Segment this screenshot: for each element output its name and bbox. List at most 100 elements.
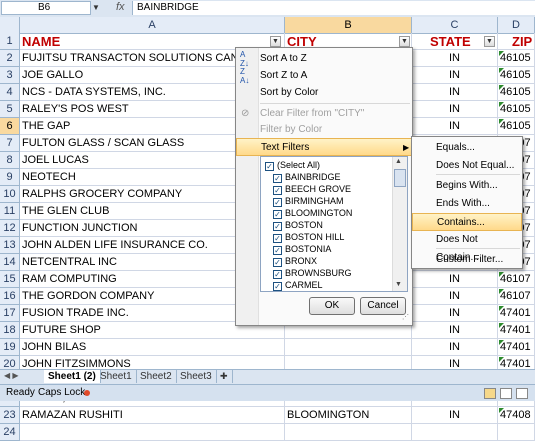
filter-value-item[interactable]: ✓ BLOOMINGTON	[273, 207, 352, 219]
cell-state[interactable]: IN	[412, 67, 498, 84]
checkbox-checked-icon[interactable]: ✓	[273, 270, 282, 279]
submenu-item[interactable]: Ends With...	[412, 195, 522, 213]
cell-state[interactable]: IN	[412, 84, 498, 101]
submenu-item[interactable]: Contains...	[412, 213, 522, 231]
cell-name[interactable]: JOHN BILAS	[20, 339, 285, 356]
sheet-tab[interactable]: Sheet2	[136, 370, 177, 383]
insert-function-icon[interactable]: fx	[116, 1, 125, 13]
cell-state[interactable]: IN	[412, 339, 498, 356]
resize-grip-icon[interactable]: ⋰	[402, 314, 410, 322]
row-header[interactable]: 7	[0, 135, 20, 152]
sheet-tab[interactable]: Sheet1 (2)	[44, 370, 101, 383]
filter-value-item[interactable]: ✓ BAINBRIDGE	[273, 171, 341, 183]
cell-city[interactable]: BLOOMINGTON	[285, 407, 412, 424]
column-header-c[interactable]: C	[412, 17, 498, 33]
row-header[interactable]: 16	[0, 288, 20, 305]
cancel-button[interactable]: Cancel	[360, 297, 406, 315]
cell-state[interactable]	[412, 424, 498, 441]
filter-value-item[interactable]: ✓ BOSTON	[273, 219, 323, 231]
checkbox-checked-icon[interactable]: ✓	[273, 174, 282, 183]
filter-value-item[interactable]: ✓ BOSTONIA	[273, 243, 331, 255]
cell-city[interactable]	[285, 424, 412, 441]
filter-value-item[interactable]: ✓ CARMEL	[273, 279, 323, 291]
cell-state[interactable]: IN	[412, 101, 498, 118]
row-header[interactable]: 15	[0, 271, 20, 288]
macro-record-icon[interactable]	[84, 390, 90, 396]
page-break-icon[interactable]	[516, 388, 528, 399]
list-scrollbar[interactable]: ▲ ▼	[392, 157, 407, 291]
checkbox-checked-icon[interactable]: ✓	[273, 282, 282, 291]
cell-state[interactable]: IN	[412, 118, 498, 135]
sheet-tab[interactable]: Sheet1	[96, 370, 137, 383]
cell-state[interactable]: IN	[412, 50, 498, 67]
checkbox-checked-icon[interactable]: ✓	[265, 162, 274, 171]
scroll-up-icon[interactable]: ▲	[395, 158, 402, 165]
filter-value-item[interactable]: ✓ BOSTON HILL	[273, 231, 344, 243]
normal-view-icon[interactable]	[484, 388, 496, 399]
cell-state[interactable]: IN	[412, 322, 498, 339]
formula-input[interactable]: BAINBRIDGE	[132, 1, 535, 15]
scroll-thumb[interactable]	[394, 169, 406, 187]
row-header[interactable]: 6	[0, 118, 20, 135]
insert-sheet-icon[interactable]: ✚	[216, 370, 233, 383]
cell-zip[interactable]	[498, 424, 535, 441]
checkbox-checked-icon[interactable]: ✓	[273, 210, 282, 219]
checkbox-checked-icon[interactable]: ✓	[273, 186, 282, 195]
submenu-item[interactable]: Does Not Contain...	[412, 231, 522, 263]
row-header[interactable]: 12	[0, 220, 20, 237]
row-header[interactable]: 3	[0, 67, 20, 84]
filter-city-button[interactable]: ▼	[399, 36, 410, 47]
sort-z-to-a[interactable]: Z A↓ Sort Z to A	[236, 67, 412, 85]
checkbox-checked-icon[interactable]: ✓	[273, 246, 282, 255]
header-zip[interactable]: ZIP	[498, 33, 535, 50]
row-header[interactable]: 14	[0, 254, 20, 271]
name-box[interactable]: B6	[1, 1, 91, 15]
cell-state[interactable]: IN	[412, 407, 498, 424]
cell-state[interactable]: IN	[412, 271, 498, 288]
submenu-item[interactable]: Does Not Equal...	[412, 157, 522, 175]
row-header[interactable]: 1	[0, 33, 20, 50]
text-filters[interactable]: Text Filters ▶	[236, 138, 412, 156]
select-all-corner[interactable]	[0, 17, 20, 33]
row-header[interactable]: 4	[0, 84, 20, 101]
filter-value-item[interactable]: ✓ BRONX	[273, 255, 317, 267]
filter-state-button[interactable]: ▼	[484, 36, 495, 47]
sheet-tab[interactable]: Sheet3	[176, 370, 217, 383]
row-header[interactable]: 11	[0, 203, 20, 220]
row-header[interactable]: 24	[0, 424, 20, 441]
cell-name[interactable]	[20, 424, 285, 441]
row-header[interactable]: 17	[0, 305, 20, 322]
submenu-item[interactable]: Begins With...	[412, 177, 522, 195]
submenu-item[interactable]: Custom Filter...	[412, 251, 522, 269]
row-header[interactable]: 2	[0, 50, 20, 67]
filter-name-button[interactable]: ▼	[270, 36, 281, 47]
row-header[interactable]: 9	[0, 169, 20, 186]
filter-value-item[interactable]: ✓ BEECH GROVE	[273, 183, 351, 195]
cell-state[interactable]: IN	[412, 305, 498, 322]
ok-button[interactable]: OK	[309, 297, 355, 315]
name-box-dropdown-icon[interactable]: ▼	[92, 3, 100, 12]
checkbox-checked-icon[interactable]: ✓	[273, 222, 282, 231]
column-header-a[interactable]: A	[20, 17, 285, 33]
cell-state[interactable]: IN	[412, 288, 498, 305]
checkbox-checked-icon[interactable]: ✓	[273, 198, 282, 207]
sort-a-to-z[interactable]: A Z↓ Sort A to Z	[236, 50, 412, 68]
sort-by-color[interactable]: Sort by Color	[236, 84, 412, 102]
row-header[interactable]: 13	[0, 237, 20, 254]
cell-city[interactable]	[285, 339, 412, 356]
scroll-down-icon[interactable]: ▼	[395, 281, 402, 288]
filter-value-item[interactable]: ✓ BIRMINGHAM	[273, 195, 344, 207]
filter-value-item[interactable]: ✓ (Select All)	[265, 159, 320, 171]
column-header-d[interactable]: D	[498, 17, 535, 33]
tab-nav-arrows-icon[interactable]: ◀ ▶	[4, 371, 19, 380]
row-header[interactable]: 23	[0, 407, 20, 424]
checkbox-checked-icon[interactable]: ✓	[273, 234, 282, 243]
row-header[interactable]: 8	[0, 152, 20, 169]
row-header[interactable]: 19	[0, 339, 20, 356]
row-header[interactable]: 18	[0, 322, 20, 339]
page-layout-icon[interactable]	[500, 388, 512, 399]
checkbox-checked-icon[interactable]: ✓	[273, 258, 282, 267]
cell-name[interactable]: RAMAZAN RUSHITI	[20, 407, 285, 424]
submenu-item[interactable]: Equals...	[412, 139, 522, 157]
column-header-b[interactable]: B	[285, 17, 412, 33]
